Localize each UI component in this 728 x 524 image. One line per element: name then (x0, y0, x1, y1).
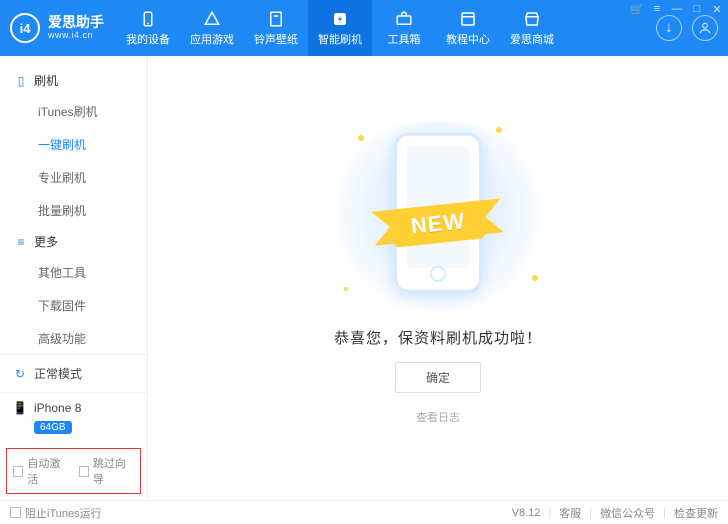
app-name-cn: 爱思助手 (48, 15, 104, 30)
block-itunes-checkbox[interactable]: 阻止iTunes运行 (10, 505, 102, 521)
sidebar-item[interactable]: 一键刷机 (0, 128, 147, 161)
logo-text: 爱思助手 www.i4.cn (48, 15, 104, 40)
app-logo: i4 爱思助手 www.i4.cn (0, 13, 116, 43)
tab-label: 智能刷机 (318, 31, 362, 47)
success-illustration: NEW (318, 121, 558, 311)
sidebar-item[interactable]: iTunes刷机 (0, 95, 147, 128)
minimize-button[interactable]: — (670, 2, 684, 16)
app-name-en: www.i4.cn (48, 31, 104, 41)
maximize-button[interactable]: □ (690, 2, 704, 16)
mode-label: 正常模式 (34, 365, 82, 382)
tab-phone[interactable]: 我的设备 (116, 0, 180, 56)
block-itunes-label: 阻止iTunes运行 (25, 505, 102, 521)
tab-label: 铃声壁纸 (254, 31, 298, 47)
logo-icon: i4 (10, 13, 40, 43)
skip-wizard-checkbox[interactable]: 跳过向导 (79, 455, 135, 487)
flash-icon (331, 10, 349, 28)
footer-link-update[interactable]: 检查更新 (674, 505, 718, 521)
sidebar-item[interactable]: 下载固件 (0, 289, 147, 322)
header-tabs: 我的设备 应用游戏 铃声壁纸 智能刷机 工具箱 教程中心 爱思商城 (116, 0, 564, 56)
sidebar-group-label: 更多 (34, 233, 58, 250)
footer-link-wechat[interactable]: 微信公众号 (600, 505, 655, 521)
apps-icon (203, 10, 221, 28)
device-name: iPhone 8 (34, 401, 81, 415)
options-highlight-box: 自动激活 跳过向导 (6, 448, 141, 494)
sidebar: ▯ 刷机 iTunes刷机一键刷机专业刷机批量刷机 ≡ 更多 其他工具下载固件高… (0, 56, 148, 500)
tab-flash[interactable]: 智能刷机 (308, 0, 372, 56)
footer-link-support[interactable]: 客服 (559, 505, 581, 521)
sidebar-item[interactable]: 其他工具 (0, 256, 147, 289)
main-panel: NEW 恭喜您，保资料刷机成功啦！ 确定 查看日志 (148, 56, 728, 500)
note-icon (267, 10, 285, 28)
close-button[interactable]: ✕ (710, 2, 724, 16)
device-row[interactable]: 📱 iPhone 8 64GB (0, 393, 147, 444)
tab-shop[interactable]: 爱思商城 (500, 0, 564, 56)
tab-label: 我的设备 (126, 31, 170, 47)
tab-kit[interactable]: 工具箱 (372, 0, 436, 56)
cart-icon[interactable]: 🛒 (630, 2, 644, 16)
tab-note[interactable]: 铃声壁纸 (244, 0, 308, 56)
refresh-icon: ↻ (12, 367, 28, 381)
menu-icon[interactable]: ≡ (650, 2, 664, 16)
tab-label: 工具箱 (388, 31, 421, 47)
skip-wizard-label: 跳过向导 (93, 455, 134, 487)
window-controls: 🛒 ≡ — □ ✕ (630, 2, 724, 16)
book-icon (459, 10, 477, 28)
kit-icon (395, 10, 413, 28)
tab-label: 爱思商城 (510, 31, 554, 47)
tab-book[interactable]: 教程中心 (436, 0, 500, 56)
sidebar-group-label: 刷机 (34, 72, 58, 89)
mode-row[interactable]: ↻ 正常模式 (0, 355, 147, 393)
success-message: 恭喜您，保资料刷机成功啦！ (334, 327, 542, 348)
phone-icon: ▯ (14, 74, 28, 88)
list-icon: ≡ (14, 235, 28, 249)
auto-activate-checkbox[interactable]: 自动激活 (13, 455, 69, 487)
tab-apps[interactable]: 应用游戏 (180, 0, 244, 56)
download-button[interactable]: ↓ (656, 15, 682, 41)
sidebar-group-more[interactable]: ≡ 更多 (0, 227, 147, 256)
version-label: V8.12 (512, 507, 541, 519)
app-header: i4 爱思助手 www.i4.cn 我的设备 应用游戏 铃声壁纸 智能刷机 工具箱 教程中… (0, 0, 728, 56)
auto-activate-label: 自动激活 (27, 455, 68, 487)
sidebar-item[interactable]: 批量刷机 (0, 194, 147, 227)
storage-badge: 64GB (34, 421, 72, 434)
footer: 阻止iTunes运行 V8.12 | 客服 | 微信公众号 | 检查更新 (0, 500, 728, 524)
view-log-link[interactable]: 查看日志 (416, 409, 460, 425)
tab-label: 应用游戏 (190, 31, 234, 47)
sidebar-item[interactable]: 高级功能 (0, 322, 147, 354)
ok-button[interactable]: 确定 (395, 362, 481, 393)
tab-label: 教程中心 (446, 31, 490, 47)
sidebar-item[interactable]: 专业刷机 (0, 161, 147, 194)
sidebar-group-flash[interactable]: ▯ 刷机 (0, 66, 147, 95)
device-icon: 📱 (12, 401, 28, 415)
user-button[interactable] (692, 15, 718, 41)
phone-icon (139, 10, 157, 28)
shop-icon (523, 10, 541, 28)
